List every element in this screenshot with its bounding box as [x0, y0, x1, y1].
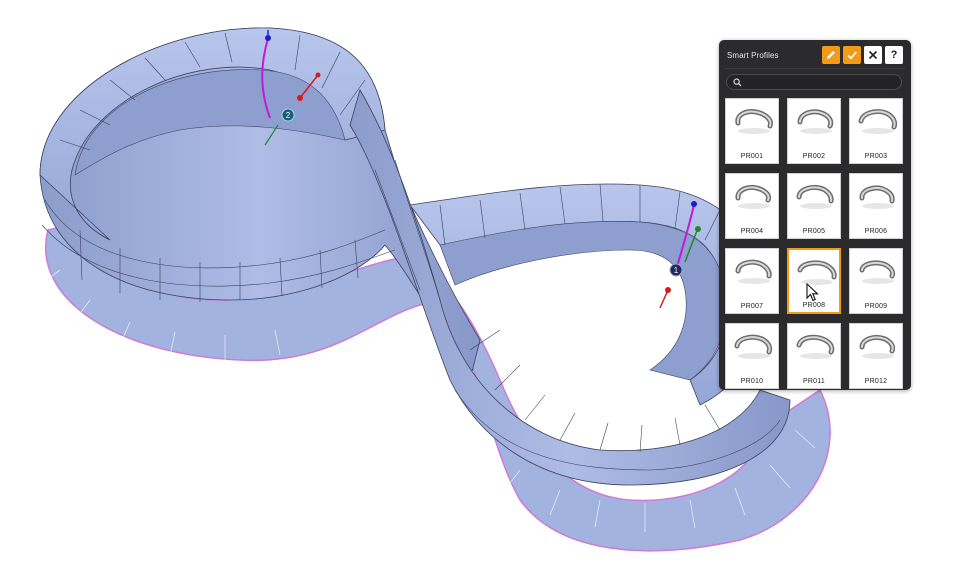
profile-thumbnail: [734, 334, 773, 359]
svg-text:2: 2: [286, 111, 291, 120]
profile-thumbnail: [859, 334, 896, 359]
search-input[interactable]: [745, 76, 895, 88]
svg-text:1: 1: [674, 266, 679, 275]
profile-thumbnail: [735, 259, 772, 284]
profile-tile[interactable]: PR010: [725, 323, 779, 389]
profile-thumbnail: [859, 185, 895, 209]
pencil-icon: [827, 51, 835, 59]
profile-label: PR001: [740, 153, 764, 160]
profile-thumbnail: [735, 184, 772, 209]
profile-tile[interactable]: PR004: [725, 173, 779, 239]
profile-tile[interactable]: PR008: [787, 248, 841, 314]
profile-tile[interactable]: PR009: [849, 248, 903, 314]
profile-label: PR003: [864, 153, 888, 160]
profile-label: PR005: [802, 228, 826, 235]
profile-thumbnail: [859, 260, 896, 284]
profile-thumbnail: [796, 184, 834, 209]
help-label: ?: [890, 49, 898, 61]
profile-thumbnail: [858, 109, 898, 134]
search-icon: [733, 78, 742, 87]
edit-button[interactable]: [822, 46, 840, 64]
profile-label: PR012: [864, 378, 888, 385]
profile-tile[interactable]: PR012: [849, 323, 903, 389]
panel-divider: [725, 68, 905, 69]
profile-tile[interactable]: PR003: [849, 98, 903, 164]
profile-marker-2[interactable]: 2: [281, 108, 295, 122]
profile-label: PR004: [740, 228, 764, 235]
profile-marker-1[interactable]: 1: [669, 263, 683, 277]
profile-tile[interactable]: PR011: [787, 323, 841, 389]
profile-label: PR009: [864, 303, 888, 310]
search-box[interactable]: [726, 74, 902, 90]
profile-label: PR011: [803, 378, 825, 385]
profile-thumbnail: [797, 109, 834, 134]
profile-label: PR010: [740, 378, 764, 385]
profile-grid: PR001 PR002 PR003 PR004 PR005 PR006 PR007 PR008…: [725, 98, 905, 389]
profile-label: PR007: [740, 303, 764, 310]
profile-tile[interactable]: PR005: [787, 173, 841, 239]
check-icon: [847, 51, 857, 60]
profile-tile[interactable]: PR001: [725, 98, 779, 164]
mouse-cursor-icon: [806, 283, 819, 302]
help-button[interactable]: ?: [885, 46, 903, 64]
profile-tile[interactable]: PR007: [725, 248, 779, 314]
profile-label: PR006: [864, 228, 888, 235]
profile-tile[interactable]: PR006: [849, 173, 903, 239]
profile-thumbnail: [735, 109, 773, 134]
confirm-button[interactable]: [843, 46, 861, 64]
panel-title: Smart Profiles: [727, 51, 779, 60]
profile-label: PR002: [802, 153, 826, 160]
close-button[interactable]: [864, 46, 882, 64]
profile-label: PR008: [802, 302, 826, 309]
smart-profiles-panel: Smart Profiles ? PR001 PR002 PR003 PR004 PR0…: [719, 40, 911, 390]
profile-thumbnail: [796, 334, 835, 359]
close-icon: [868, 50, 878, 60]
profile-tile[interactable]: PR002: [787, 98, 841, 164]
